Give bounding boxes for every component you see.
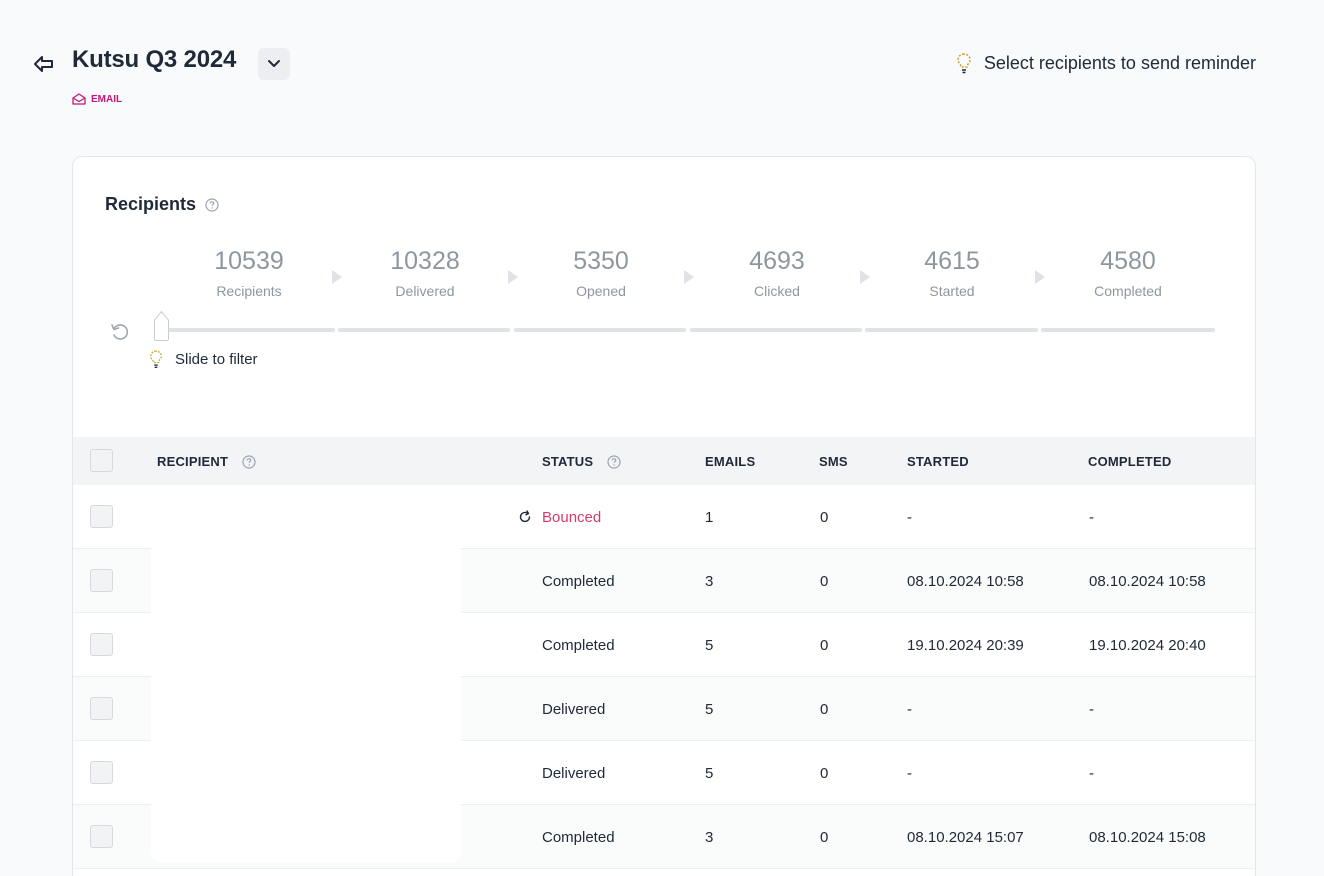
- funnel-stages: 10539 Recipients 10328 Delivered 5350 Op…: [161, 245, 1215, 305]
- stage-label: Started: [929, 283, 975, 299]
- select-all-checkbox[interactable]: [90, 449, 113, 472]
- slider-segment: [338, 328, 510, 332]
- slide-hint-text: Slide to filter: [175, 350, 258, 368]
- stage-value: 4615: [924, 247, 980, 275]
- row-started: -: [907, 509, 912, 526]
- row-checkbox[interactable]: [90, 633, 113, 656]
- help-icon[interactable]: [607, 454, 621, 469]
- row-started: 08.10.2024 10:58: [907, 573, 1024, 590]
- row-completed: -: [1089, 701, 1094, 718]
- row-completed: 08.10.2024 10:58: [1089, 573, 1206, 590]
- row-sms: 0: [820, 637, 829, 654]
- row-status: Delivered: [542, 765, 606, 782]
- col-status-label: STATUS: [542, 454, 594, 469]
- row-completed: 19.10.2024 20:40: [1089, 637, 1206, 654]
- stage-value: 10328: [390, 247, 460, 275]
- row-status: Delivered: [542, 701, 606, 718]
- stage-clicked: 4693 Clicked: [689, 245, 865, 299]
- row-completed: 08.10.2024 15:08: [1089, 829, 1206, 846]
- slider-segment: [161, 328, 335, 332]
- row-checkbox[interactable]: [90, 505, 113, 528]
- row-checkbox[interactable]: [90, 697, 113, 720]
- stage-label: Completed: [1094, 283, 1162, 299]
- stage-completed: 4580 Completed: [1040, 245, 1216, 299]
- slider-handle[interactable]: [153, 310, 170, 342]
- row-sms: 0: [820, 509, 829, 526]
- help-icon[interactable]: [242, 454, 256, 469]
- table-header: RECIPIENT STATUS EMAILS SMS STARTED COMP…: [73, 437, 1255, 485]
- recipients-card: Recipients 10539 Recipients 10328 Delive…: [72, 156, 1256, 876]
- slide-hint: Slide to filter: [149, 349, 258, 369]
- stage-started: 4615 Started: [864, 245, 1040, 299]
- filter-slider-track[interactable]: [161, 328, 1215, 332]
- col-recipient-label: RECIPIENT: [157, 454, 229, 469]
- row-completed: -: [1089, 765, 1094, 782]
- row-emails: 3: [705, 829, 714, 846]
- col-status[interactable]: STATUS: [542, 454, 621, 469]
- row-checkbox[interactable]: [90, 761, 113, 784]
- row-status: Bounced: [542, 509, 602, 526]
- stage-value: 5350: [573, 247, 629, 275]
- back-button[interactable]: [30, 50, 58, 78]
- slider-segment: [1041, 328, 1215, 332]
- row-started: 08.10.2024 15:07: [907, 829, 1024, 846]
- row-started: -: [907, 765, 912, 782]
- row-started: 19.10.2024 20:39: [907, 637, 1024, 654]
- stage-recipients: 10539 Recipients: [161, 245, 337, 299]
- stage-label: Recipients: [216, 283, 282, 299]
- recipients-heading: Recipients: [105, 194, 219, 215]
- arrow-left-icon: [34, 56, 53, 72]
- row-emails: 1: [705, 509, 714, 526]
- col-sms[interactable]: SMS: [819, 454, 848, 469]
- row-emails: 5: [705, 765, 714, 782]
- col-recipient[interactable]: RECIPIENT: [157, 454, 256, 469]
- envelope-open-icon: [72, 93, 86, 105]
- row-sms: 0: [820, 829, 829, 846]
- row-sms: 0: [820, 573, 829, 590]
- stage-value: 10539: [214, 247, 284, 275]
- title-dropdown-button[interactable]: [258, 48, 290, 80]
- help-icon[interactable]: [205, 197, 219, 212]
- row-status: Completed: [542, 829, 615, 846]
- stage-label: Delivered: [395, 283, 455, 299]
- stage-opened: 5350 Opened: [513, 245, 689, 299]
- row-emails: 3: [705, 573, 714, 590]
- stage-delivered: 10328 Delivered: [337, 245, 513, 299]
- lightbulb-icon: [150, 350, 162, 368]
- col-completed[interactable]: COMPLETED: [1088, 454, 1171, 469]
- page-title: Kutsu Q3 2024: [72, 46, 237, 73]
- stage-value: 4693: [749, 247, 805, 275]
- stage-label: Clicked: [754, 283, 800, 299]
- row-sms: 0: [820, 701, 829, 718]
- chevron-down-icon: [268, 60, 280, 67]
- row-status: Completed: [542, 637, 615, 654]
- refresh-icon[interactable]: [518, 510, 532, 524]
- recipients-title: Recipients: [105, 194, 197, 214]
- col-emails[interactable]: EMAILS: [705, 454, 755, 469]
- row-status: Completed: [542, 573, 615, 590]
- row-started: -: [907, 701, 912, 718]
- recipient-redaction-mask: [151, 485, 461, 863]
- row-checkbox[interactable]: [90, 569, 113, 592]
- lightbulb-icon: [957, 53, 971, 74]
- slider-segment: [865, 328, 1038, 332]
- stage-value: 4580: [1100, 247, 1156, 275]
- channel-badge: EMAIL: [72, 93, 122, 105]
- reminder-hint-text: Select recipients to send reminder: [983, 52, 1256, 73]
- slider-segment: [514, 328, 686, 332]
- row-completed: -: [1089, 509, 1094, 526]
- reminder-hint: Select recipients to send reminder: [956, 52, 1256, 74]
- row-emails: 5: [705, 637, 714, 654]
- reset-filter-icon[interactable]: [109, 321, 131, 343]
- channel-label: EMAIL: [91, 93, 123, 105]
- row-checkbox[interactable]: [90, 825, 113, 848]
- row-emails: 5: [705, 701, 714, 718]
- stage-label: Opened: [576, 283, 626, 299]
- col-started[interactable]: STARTED: [907, 454, 969, 469]
- slider-segment: [690, 328, 862, 332]
- row-sms: 0: [820, 765, 829, 782]
